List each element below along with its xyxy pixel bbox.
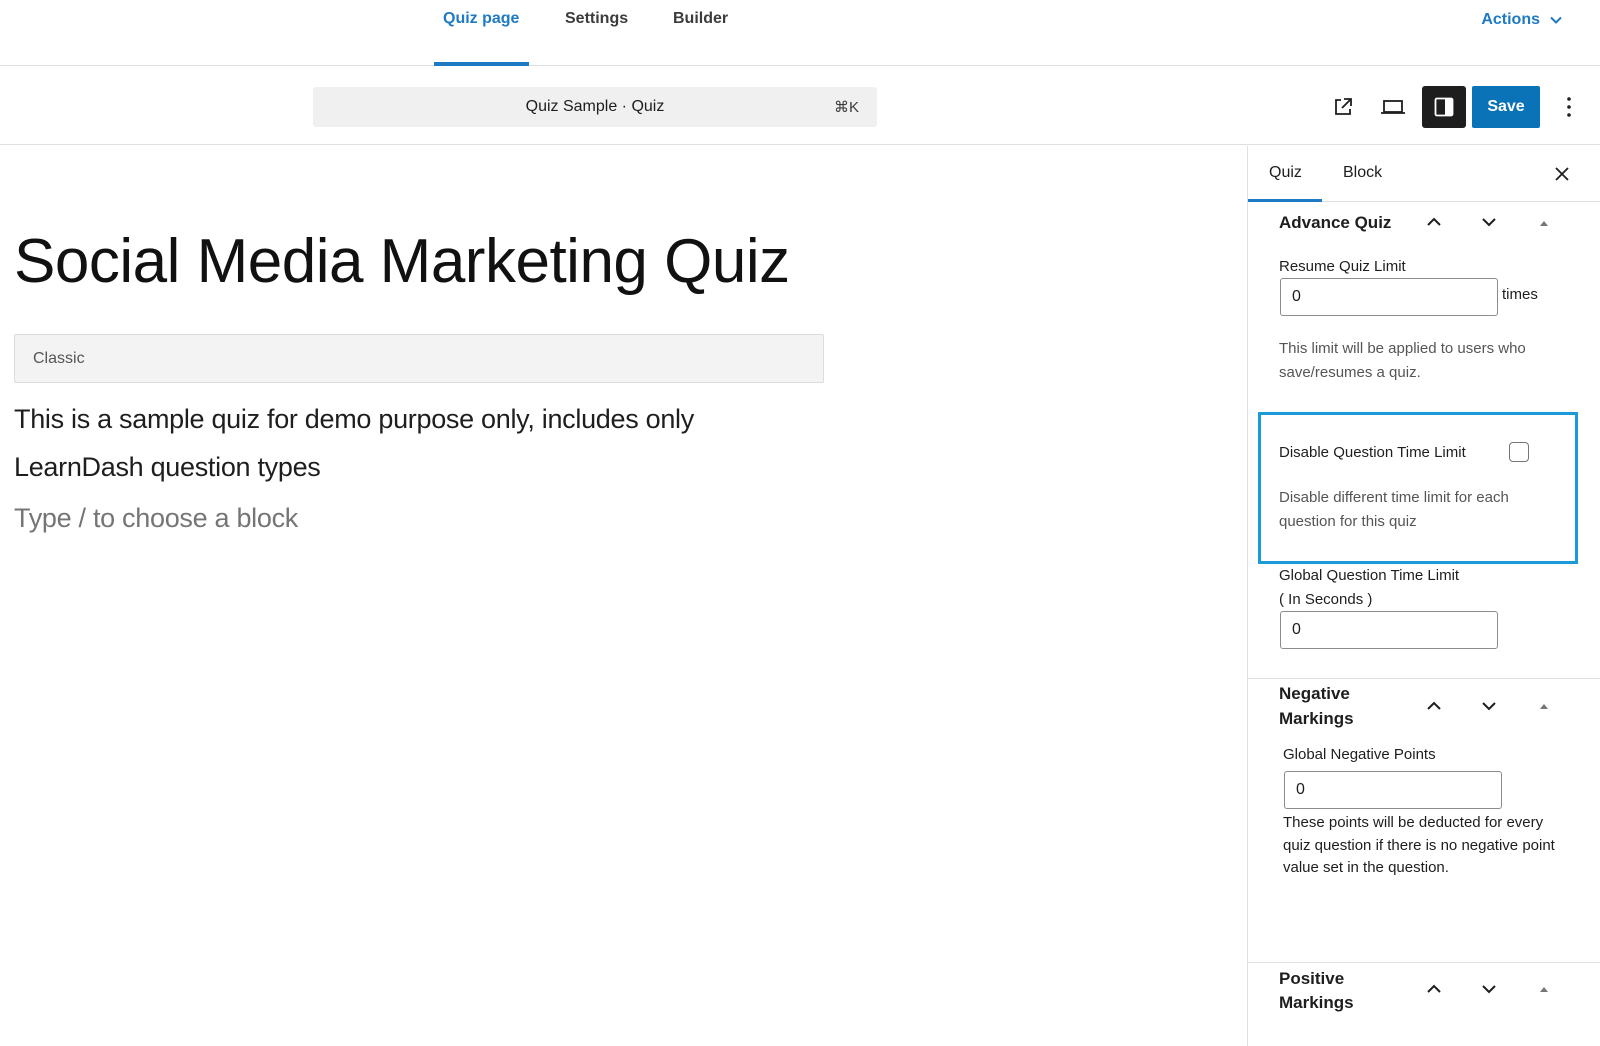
sidebar-tabs: Quiz Block — [1248, 146, 1600, 202]
document-title: Quiz Sample · Quiz — [525, 98, 665, 115]
positive-markings-panel-header: Positive Markings — [1248, 963, 1600, 1046]
global-negative-points-input[interactable] — [1284, 771, 1502, 809]
resume-quiz-limit-input[interactable] — [1280, 278, 1498, 316]
actions-menu-button[interactable]: Actions — [1481, 11, 1564, 29]
disable-time-limit-help: Disable different time limit for each qu… — [1279, 489, 1509, 530]
collapse-triangle-icon[interactable] — [1537, 982, 1551, 996]
advance-quiz-panel-header: Advance Quiz — [1248, 202, 1600, 252]
command-palette-button[interactable]: Quiz Sample · Quiz ⌘K — [313, 87, 877, 127]
advance-quiz-title: Advance Quiz — [1279, 213, 1392, 232]
classic-block-label: Classic — [33, 350, 85, 367]
tab-builder[interactable]: Builder — [673, 0, 728, 66]
block-placeholder[interactable]: Type / to choose a block — [14, 503, 298, 534]
chevron-down-icon[interactable] — [1477, 977, 1501, 1001]
external-link-icon[interactable] — [1321, 86, 1365, 128]
chevron-up-icon[interactable] — [1422, 977, 1446, 1001]
chevron-up-icon[interactable] — [1422, 210, 1446, 234]
chevron-down-icon[interactable] — [1477, 210, 1501, 234]
negative-markings-title-line1: Negative — [1279, 684, 1350, 703]
paragraph-block[interactable]: This is a sample quiz for demo purpose o… — [14, 395, 774, 491]
chevron-down-icon — [1550, 16, 1562, 24]
chevron-down-icon[interactable] — [1477, 694, 1501, 718]
positive-markings-title-line1: Positive — [1279, 969, 1345, 988]
actions-label: Actions — [1481, 11, 1540, 28]
sidebar-toggle-icon[interactable] — [1422, 86, 1466, 128]
save-button[interactable]: Save — [1472, 86, 1540, 128]
collapse-triangle-icon[interactable] — [1537, 216, 1551, 230]
tab-settings[interactable]: Settings — [565, 0, 628, 66]
tab-settings-label: Settings — [565, 10, 629, 27]
desktop-preview-icon[interactable] — [1371, 86, 1415, 128]
editor-canvas: Social Media Marketing Quiz Classic This… — [0, 146, 1247, 1046]
negative-points-help: These points will be deducted for every … — [1283, 814, 1555, 876]
global-time-limit-unit-label: ( In Seconds ) — [1279, 591, 1373, 608]
post-title[interactable]: Social Media Marketing Quiz — [14, 226, 790, 297]
chevron-up-icon[interactable] — [1422, 694, 1446, 718]
disable-time-limit-label: Disable Question Time Limit — [1279, 444, 1466, 461]
top-tab-bar: Quiz page Settings Builder Actions — [0, 0, 1600, 66]
global-time-limit-label: Global Question Time Limit — [1279, 567, 1460, 584]
keyboard-shortcut: ⌘K — [833, 99, 859, 116]
resume-limit-suffix: times — [1502, 286, 1538, 303]
global-time-limit-input[interactable] — [1280, 611, 1498, 649]
collapse-triangle-icon[interactable] — [1537, 699, 1551, 713]
negative-markings-panel-header: Negative Markings — [1248, 679, 1600, 739]
positive-markings-title-line2: Markings — [1279, 993, 1354, 1012]
negative-markings-title-line2: Markings — [1279, 709, 1354, 728]
resume-limit-help: This limit will be applied to users who … — [1279, 340, 1526, 381]
resume-quiz-limit-label: Resume Quiz Limit — [1279, 258, 1406, 275]
tab-quiz-page-label: Quiz page — [443, 10, 520, 27]
sidebar-tab-quiz[interactable]: Quiz — [1269, 164, 1302, 182]
global-negative-points-label: Global Negative Points — [1283, 746, 1436, 763]
disable-time-limit-checkbox[interactable] — [1509, 442, 1529, 462]
classic-block[interactable]: Classic — [14, 334, 824, 383]
close-icon[interactable] — [1550, 162, 1574, 186]
tab-quiz-page[interactable]: Quiz page — [434, 0, 530, 66]
settings-sidebar: Quiz Block Advance Quiz Resume Quiz Limi… — [1247, 146, 1600, 1046]
tab-builder-label: Builder — [673, 10, 729, 27]
more-options-icon[interactable] — [1551, 86, 1587, 128]
editor-toolbar: Quiz Sample · Quiz ⌘K Save — [0, 66, 1600, 145]
sidebar-tab-block[interactable]: Block — [1343, 164, 1382, 182]
